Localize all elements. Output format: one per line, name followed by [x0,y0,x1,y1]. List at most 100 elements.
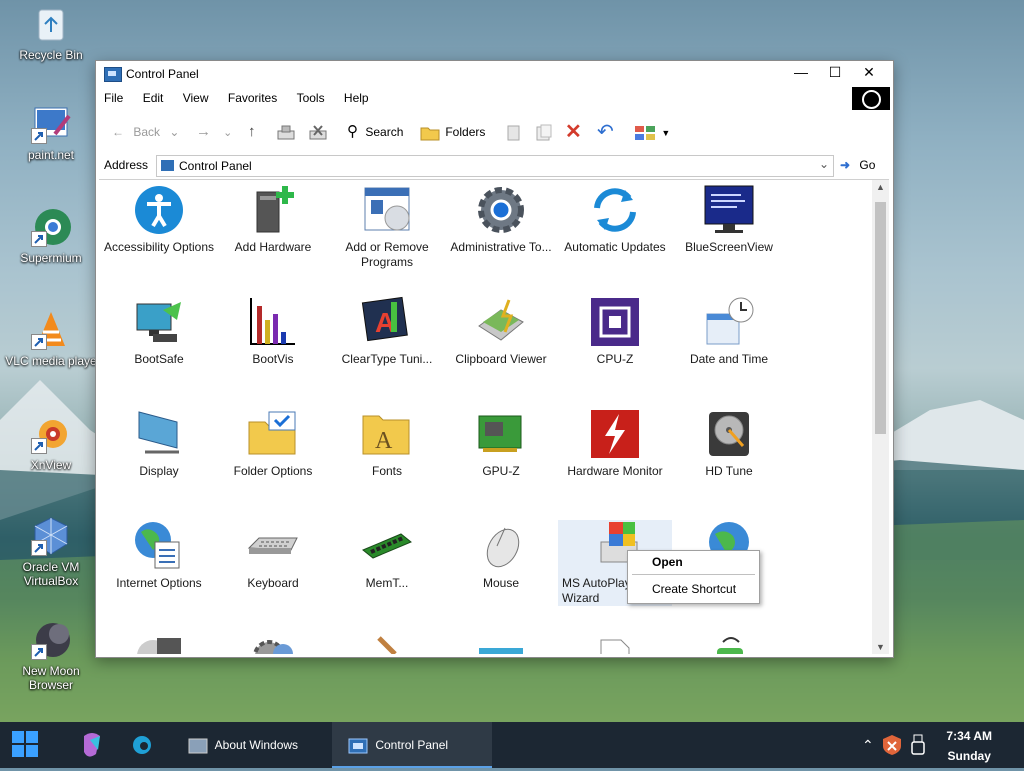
cp-item-label: Date and Time [689,352,769,366]
cp-item-hardware-monitor[interactable]: Hardware Monitor [558,408,672,479]
maximize-button[interactable]: ☐ [818,61,852,83]
cp-item-label: Keyboard [247,576,299,590]
window-title: Control Panel [126,67,199,81]
taskbar-task-about-windows[interactable]: About Windows [180,722,328,768]
cp-item-display[interactable]: Display [102,408,216,479]
cp-item-partial[interactable] [330,632,444,654]
vertical-scrollbar[interactable]: ▲ ▼ [872,180,889,654]
copy-to-icon[interactable] [308,119,332,145]
cp-item-mouse[interactable]: Mouse [444,520,558,591]
date-time-icon [703,296,755,348]
up-button[interactable]: ↑ [248,119,256,145]
title-bar[interactable]: Control Panel — ☐ ✕ [96,61,893,87]
security-icon[interactable] [882,734,902,756]
desktop-icon-vlc[interactable]: VLC media playe [1,310,101,368]
folders-button[interactable]: Folders [420,119,485,145]
desktop-icon-label: Supermium [20,251,82,265]
usb-drive-icon[interactable] [910,734,926,756]
tool-icon [361,632,413,654]
folder-options-icon [247,408,299,460]
menu-help[interactable]: Help [342,90,371,106]
scrollbar-thumb[interactable] [875,202,886,434]
cp-item-automatic-updates[interactable]: Automatic Updates [558,184,672,255]
cp-item-bootsafe[interactable]: BootSafe [102,296,216,367]
cp-item-accessibility-options[interactable]: Accessibility Options [102,184,216,255]
scroll-up-icon[interactable]: ▲ [876,182,885,192]
administrative-tools-icon [475,184,527,236]
menu-file[interactable]: File [102,90,125,106]
views-button[interactable]: ▼ [634,119,670,145]
start-button[interactable] [10,722,40,768]
cp-item-partial[interactable] [216,632,330,654]
cp-item-clipboard-viewer[interactable]: Clipboard Viewer [444,296,558,367]
cp-item-label: Mouse [482,576,520,590]
cp-item-folder-options[interactable]: Folder Options [216,408,330,479]
add-remove-programs-icon [361,184,413,236]
delete-icon[interactable]: ✕ [565,119,582,145]
copilot-icon[interactable] [80,722,104,768]
desktop-icon-recycle-bin[interactable]: Recycle Bin [1,4,101,62]
desktop-icon-xnview[interactable]: XnView [1,414,101,472]
paste-icon[interactable] [534,119,554,145]
cp-item-administrative-tools[interactable]: Administrative To... [444,184,558,255]
cp-item-bootvis[interactable]: BootVis [216,296,330,367]
menu-view[interactable]: View [181,90,211,106]
cp-item-partial[interactable] [558,632,672,654]
move-to-icon[interactable] [276,119,300,145]
desktop-icon-new-moon[interactable]: New Moon Browser [1,620,101,692]
forward-button[interactable]: → ⌄ [196,119,232,145]
cp-item-memtest[interactable]: MemT... [330,520,444,591]
desktop-icon-label: Recycle Bin [19,48,83,62]
menu-favorites[interactable]: Favorites [226,90,279,106]
cp-item-hd-tune[interactable]: HD Tune [672,408,786,479]
cp-item-date-time[interactable]: Date and Time [672,296,786,367]
cleartype-icon: A [361,296,413,348]
desktop-icon-virtualbox[interactable]: Oracle VM VirtualBox [1,516,101,588]
bluescreenview-icon [703,184,755,236]
cp-item-bluescreenview[interactable]: BlueScreenView [672,184,786,255]
cp-item-add-hardware[interactable]: Add Hardware [216,184,330,255]
cp-item-add-remove-programs[interactable]: Add or Remove Programs [330,184,444,270]
cp-item-label: Hardware Monitor [567,464,663,478]
document-icon [589,632,641,654]
address-field[interactable]: Control Panel ⌄ [156,155,834,177]
bootsafe-icon [133,296,185,348]
chevron-down-icon[interactable]: ⌄ [819,157,829,171]
context-menu-create-shortcut[interactable]: Create Shortcut [652,582,736,596]
add-hardware-icon [247,184,299,236]
cp-item-cpu-z[interactable]: CPU-Z [558,296,672,367]
search-button[interactable]: ⚲ Search [347,119,403,145]
throbber-icon [852,87,890,110]
context-menu-open[interactable]: Open [652,555,683,569]
cp-item-fonts[interactable]: A Fonts [330,408,444,479]
clipboard-viewer-icon [475,296,527,348]
media-icon [133,632,185,654]
cp-item-label: BootSafe [134,352,184,366]
back-button[interactable]: ← Back ⌄ [112,119,179,145]
cp-item-partial[interactable] [444,632,558,654]
clock[interactable]: 7:34 AM Sunday [946,726,992,766]
cp-item-cleartype[interactable]: A ClearType Tuni... [330,296,444,367]
svg-text:A: A [375,428,393,454]
cut-icon[interactable] [504,119,524,145]
go-button[interactable]: ➜ Go [840,158,875,172]
scroll-down-icon[interactable]: ▼ [876,642,885,652]
undo-icon[interactable]: ↶ [597,119,614,145]
cp-item-keyboard[interactable]: Keyboard [216,520,330,591]
cp-item-label: Display [139,464,179,478]
menu-tools[interactable]: Tools [295,90,327,106]
desktop-icon-supermium[interactable]: Supermium [1,207,101,265]
taskbar-task-control-panel[interactable]: Control Panel [332,722,492,768]
cp-item-internet-options[interactable]: Internet Options [102,520,216,591]
show-hidden-icons-button[interactable]: ⌃ [862,722,874,768]
cp-item-partial[interactable] [672,632,786,654]
close-button[interactable]: ✕ [852,61,886,83]
menu-edit[interactable]: Edit [141,90,166,106]
control-panel-window: Control Panel — ☐ ✕ File Edit View Favor… [95,60,894,658]
cp-item-partial[interactable] [102,632,216,654]
desktop-icon-paint-net[interactable]: paint.net [1,104,101,162]
edge-icon[interactable] [130,722,154,768]
minimize-button[interactable]: — [784,61,818,83]
cp-item-gpu-z[interactable]: GPU-Z [444,408,558,479]
desktop-icon-label: paint.net [27,148,75,162]
